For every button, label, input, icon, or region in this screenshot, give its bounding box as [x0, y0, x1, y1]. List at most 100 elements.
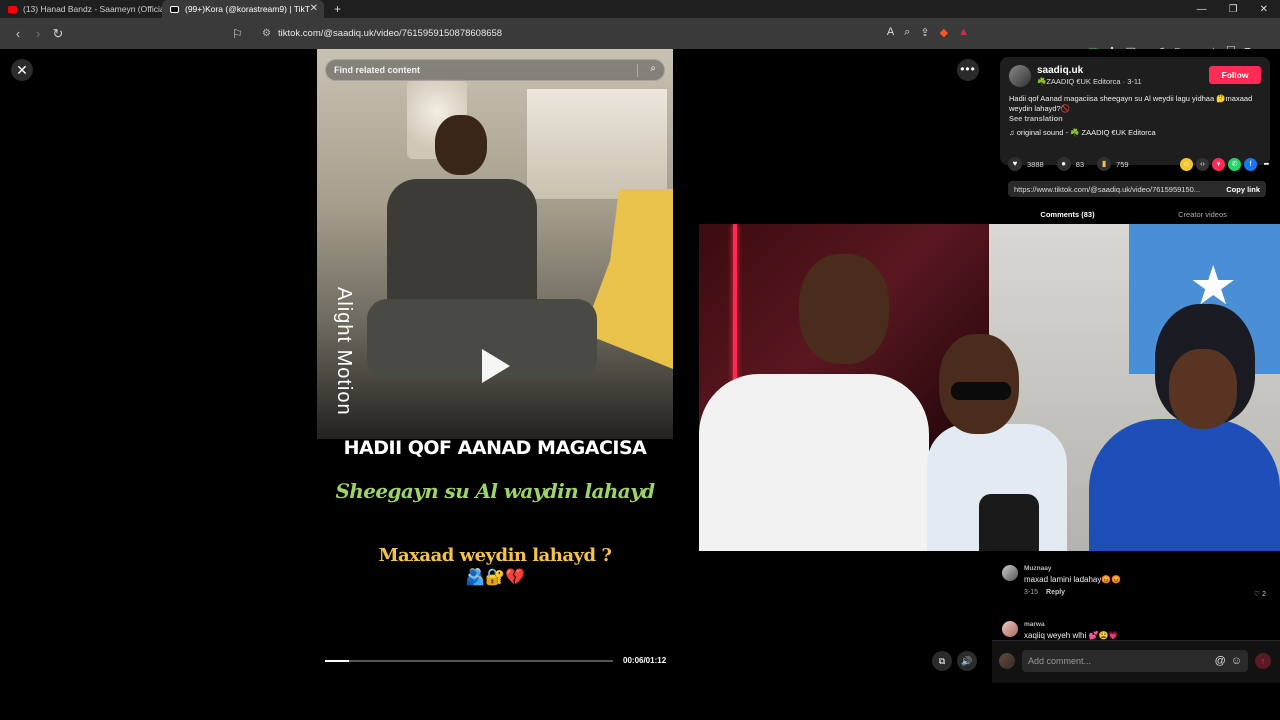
search-icon[interactable]: ⌕	[650, 63, 656, 74]
play-icon[interactable]	[482, 349, 510, 383]
site-settings-icon[interactable]: ⚙	[262, 28, 276, 39]
forward-icon[interactable]: ➦	[1260, 158, 1273, 171]
send-button[interactable]: ↑	[1255, 653, 1271, 669]
follow-button[interactable]: Follow	[1209, 66, 1261, 84]
more-options-icon[interactable]: •••	[957, 59, 979, 81]
avatar[interactable]	[1002, 565, 1018, 581]
tab-title: (13) Hanad Bandz - Saameyn (Officia	[23, 4, 162, 14]
share-icon[interactable]: ⇪	[920, 26, 929, 39]
person1-head	[799, 254, 889, 364]
sound-link[interactable]: ♫ original sound - ☘️ ZAADIQ €UK Editorc…	[1009, 128, 1156, 137]
share-link-text[interactable]: https://www.tiktok.com/@saadiq.uk/video/…	[1014, 185, 1214, 194]
related-search-input[interactable]: Find related content ⌕	[325, 59, 665, 81]
whatsapp-icon[interactable]: ✆	[1228, 157, 1241, 171]
tab-creator-videos[interactable]: Creator videos	[1135, 207, 1270, 225]
copy-link-button[interactable]: Copy link	[1226, 185, 1260, 194]
timecode: 00:06/01:12	[623, 656, 667, 665]
youtube-icon	[8, 5, 17, 13]
microphone	[979, 494, 1039, 551]
person3-hoodie	[1089, 419, 1280, 551]
comment-composer: Add comment... @ ☺ ↑	[992, 640, 1280, 683]
comment-username[interactable]: Muznaay	[1024, 565, 1051, 572]
watermark: Alight Motion	[333, 287, 355, 416]
bookmark-icon[interactable]: ▮	[1097, 157, 1112, 171]
restore-button[interactable]: ❐	[1229, 4, 1238, 15]
comment-date: 3-15	[1024, 589, 1039, 596]
engagement-row: ♥ 3888 ● 83 ▮ 759 ☺ ‹› ▾ ✆ f ➦	[1008, 156, 1273, 172]
tab-tiktok[interactable]: (99+)Kora (@korastream9) | TikT ✕	[162, 0, 324, 18]
tab-youtube[interactable]: (13) Hanad Bandz - Saameyn (Officia	[0, 0, 162, 18]
address-bar: ‹ › ↻ ⚐ ⚙ tiktok.com/@saadiq.uk/video/76…	[0, 18, 1280, 58]
bookmark-icon[interactable]: ⚐	[232, 27, 250, 41]
comment-item: marwa xaqiiq weyeh wlhi 💕😩💗	[1002, 621, 1272, 641]
person-head	[435, 115, 487, 175]
panel-tabs: Comments (83) Creator videos	[1000, 207, 1270, 225]
comment-placeholder: Add comment...	[1028, 656, 1092, 666]
minimize-button[interactable]: —	[1197, 4, 1207, 15]
avatar[interactable]	[1002, 621, 1018, 637]
video-player[interactable]: Find related content ⌕ Alight Motion HAD…	[317, 49, 673, 683]
heart-icon[interactable]: ♥	[1008, 157, 1022, 171]
avatar[interactable]	[1009, 65, 1031, 87]
comment-username[interactable]: marwa	[1024, 621, 1045, 628]
url-field[interactable]: ⚐ ⚙ tiktok.com/@saadiq.uk/video/76159591…	[232, 22, 977, 45]
forward-button[interactable]: ›	[28, 26, 48, 41]
person3-face	[1169, 349, 1237, 429]
comment-like-button[interactable]: ♡ 2	[1254, 590, 1266, 598]
close-video-button[interactable]: ✕	[11, 59, 33, 81]
comments-count: 83	[1075, 159, 1085, 169]
comment-input[interactable]: Add comment... @ ☺	[1022, 650, 1248, 672]
creator-subline: ☘️ZAADIQ €UK Editorca · 3-11	[1037, 77, 1142, 86]
saves-count: 759	[1116, 159, 1129, 169]
post-info-card: saadiq.uk ☘️ZAADIQ €UK Editorca · 3-11 F…	[1000, 57, 1270, 165]
tiktok-page: ✕ Find related content ⌕ Alight Motion H…	[0, 49, 1280, 683]
pip-icon[interactable]: ⧉	[932, 651, 952, 671]
composer-icons: @ ☺	[1215, 655, 1242, 667]
embed-icon[interactable]: ‹›	[1196, 157, 1209, 171]
search-placeholder: Find related content	[334, 65, 421, 75]
url-actions: A ⌕ ⇪ ◆ ▲	[887, 26, 969, 39]
zoom-icon[interactable]: ⌕	[904, 26, 910, 39]
browser-tab-bar: (13) Hanad Bandz - Saameyn (Officia (99+…	[0, 0, 1280, 18]
webcam-overlay: ★	[699, 224, 1280, 551]
see-translation-link[interactable]: See translation	[1009, 114, 1063, 123]
tiktok-icon	[170, 5, 179, 13]
comment-icon[interactable]: ●	[1056, 157, 1071, 171]
mention-icon[interactable]: @	[1215, 655, 1226, 667]
translate-icon[interactable]: A	[887, 26, 894, 39]
caption-emojis: 🫂🔐💔	[465, 569, 525, 586]
tab-comments[interactable]: Comments (83)	[1000, 207, 1135, 225]
back-button[interactable]: ‹	[8, 26, 28, 41]
url-text[interactable]: tiktok.com/@saadiq.uk/video/761595915087…	[278, 28, 502, 39]
caption-line-1: HADII QOF AANAD MAGACISA	[343, 437, 647, 459]
emoji-icon[interactable]: ☺	[1231, 655, 1242, 667]
repost-icon[interactable]: ▾	[1212, 157, 1225, 171]
creator-username[interactable]: saadiq.uk	[1037, 65, 1083, 76]
reply-button[interactable]: Reply	[1046, 589, 1065, 596]
volume-icon[interactable]: 🔊	[957, 651, 977, 671]
comment-item: Muznaay maxad lamini ladahay😡😡 3-15 Reply…	[1002, 565, 1272, 605]
search-divider	[637, 64, 638, 77]
avatar	[999, 653, 1015, 669]
share-icons: ☺ ‹› ▾ ✆ f ➦	[1180, 157, 1273, 171]
caption-line-2: Sheegayn su Al waydin lahayd	[335, 479, 655, 503]
brave-shield-icon[interactable]: ◆	[940, 26, 948, 39]
window-close-button[interactable]: ✕	[1260, 4, 1268, 15]
new-tab-button[interactable]: +	[334, 2, 341, 16]
caption-line-3: Maxaad weydin lahayd ?	[378, 545, 612, 566]
progress-bar[interactable]	[325, 660, 613, 662]
rewards-icon[interactable]: ▲	[958, 26, 969, 39]
likes-count: 3888	[1027, 159, 1044, 169]
person1-shirt	[699, 374, 929, 551]
video-person	[367, 109, 597, 409]
tab-title: (99+)Kora (@korastream9) | TikT	[185, 4, 310, 14]
reload-button[interactable]: ↻	[48, 26, 68, 42]
close-tab-icon[interactable]: ✕	[310, 3, 318, 14]
person-body	[387, 179, 537, 319]
window-controls: — ❐ ✕	[1197, 4, 1280, 15]
emoji-share-icon[interactable]: ☺	[1180, 157, 1193, 171]
share-link-box[interactable]: https://www.tiktok.com/@saadiq.uk/video/…	[1008, 181, 1266, 197]
sunglasses	[951, 382, 1011, 400]
facebook-icon[interactable]: f	[1244, 157, 1257, 171]
comment-text: maxad lamini ladahay😡😡	[1024, 575, 1122, 584]
